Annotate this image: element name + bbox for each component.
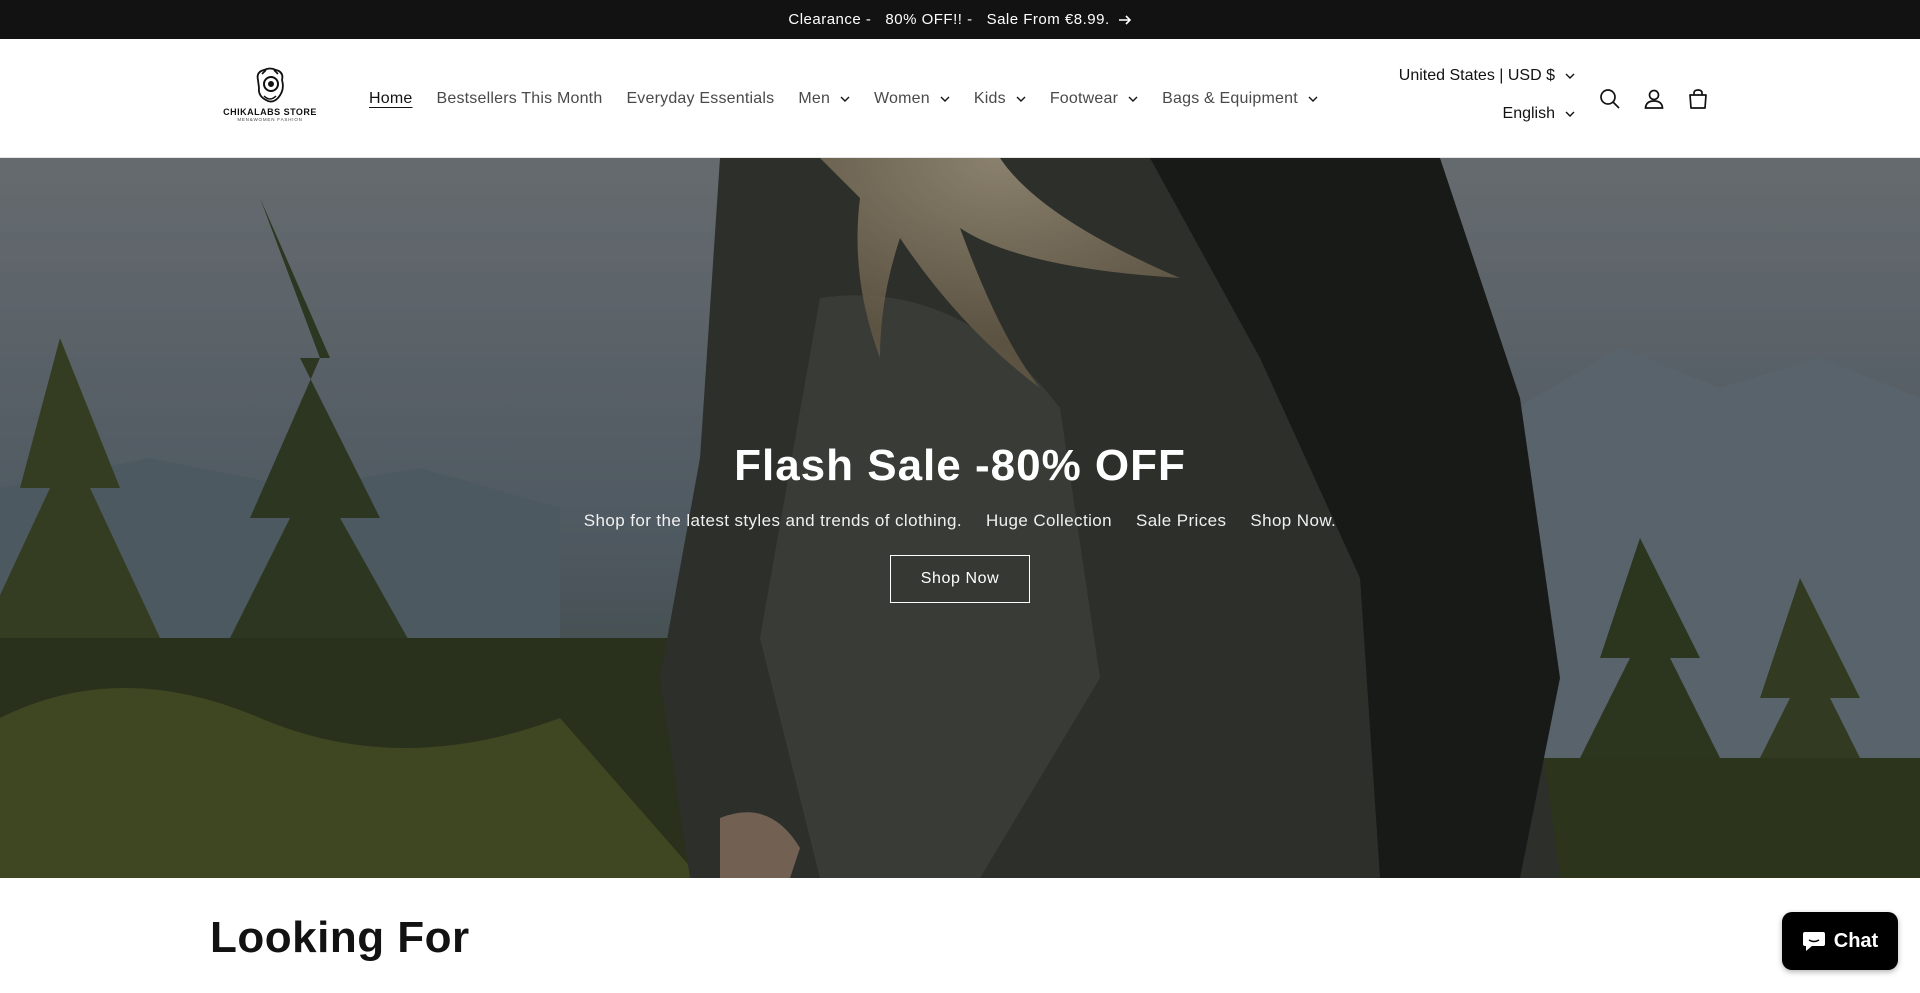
hero-content: Flash Sale -80% OFF Shop for the latest … (0, 158, 1920, 878)
chevron-down-icon (1016, 96, 1026, 102)
account-icon (1644, 89, 1664, 109)
country-currency-selector[interactable]: United States | USD $ (1399, 57, 1575, 95)
nav-item-home[interactable]: Home (369, 90, 412, 108)
nav-item-label: Everyday Essentials (626, 89, 775, 107)
chevron-down-icon (1128, 96, 1138, 102)
logo-tagline: MEN&WOMEN FASHION (237, 117, 303, 122)
hero-banner: Flash Sale -80% OFF Shop for the latest … (0, 158, 1920, 878)
chevron-down-icon (1565, 111, 1575, 117)
nav-item-women[interactable]: Women (874, 90, 950, 108)
hero-subtitle-part: Shop Now. (1250, 511, 1337, 530)
store-logo[interactable]: CHIKALABS STORE MEN&WOMEN FASHION (222, 66, 318, 130)
chevron-down-icon (940, 96, 950, 102)
shop-now-button[interactable]: Shop Now (889, 555, 1031, 603)
announcement-bar[interactable]: Clearance - 80% OFF!! - Sale From €8.99. (0, 0, 1920, 39)
logo-emblem-icon (256, 67, 284, 103)
chevron-down-icon (840, 96, 850, 102)
announcement-text: Clearance - 80% OFF!! - Sale From €8.99. (788, 11, 1110, 28)
nav-item-kids[interactable]: Kids (974, 90, 1026, 108)
site-header: CHIKALABS STORE MEN&WOMEN FASHION Home B… (0, 39, 1920, 158)
header-icons (1588, 79, 1720, 119)
nav-item-everyday-essentials[interactable]: Everyday Essentials (626, 90, 774, 108)
language-value: English (1502, 105, 1555, 122)
nav-item-label: Women (874, 89, 930, 107)
chat-label: Chat (1833, 929, 1879, 952)
account-button[interactable] (1632, 79, 1676, 119)
search-button[interactable] (1588, 79, 1632, 119)
cart-icon (1689, 89, 1707, 109)
nav-item-label: Home (369, 89, 413, 107)
country-currency-value: United States | USD $ (1398, 67, 1555, 84)
nav-item-men[interactable]: Men (798, 90, 850, 108)
nav-item-label: Men (798, 89, 831, 107)
hero-subtitle: Shop for the latest styles and trends of… (572, 511, 1348, 531)
nav-item-bestsellers[interactable]: Bestsellers This Month (436, 90, 602, 108)
cart-button[interactable] (1676, 79, 1720, 119)
nav-item-label: Bestsellers This Month (436, 89, 603, 107)
locale-selectors: United States | USD $ English (1399, 57, 1575, 133)
hero-subtitle-part: Shop for the latest styles and trends of… (583, 511, 962, 530)
logo-name: CHIKALABS STORE (223, 107, 317, 117)
chevron-down-icon (1565, 73, 1575, 79)
hero-title: Flash Sale -80% OFF (734, 441, 1186, 490)
hero-subtitle-part: Huge Collection (985, 511, 1112, 530)
search-icon (1600, 89, 1620, 109)
chat-button[interactable]: Chat (1782, 912, 1898, 970)
nav-item-bags-equipment[interactable]: Bags & Equipment (1162, 90, 1318, 108)
nav-item-label: Bags & Equipment (1162, 89, 1298, 107)
hero-subtitle-part: Sale Prices (1135, 511, 1227, 530)
chat-bubble-icon (1802, 932, 1825, 951)
section-title: Looking For (210, 913, 470, 962)
chevron-down-icon (1308, 96, 1318, 102)
language-selector[interactable]: English (1399, 95, 1575, 133)
main-nav: Home Bestsellers This Month Everyday Ess… (369, 39, 1342, 158)
nav-item-label: Footwear (1049, 89, 1119, 107)
nav-item-label: Kids (973, 89, 1006, 107)
arrow-right-icon (1118, 14, 1131, 25)
nav-item-footwear[interactable]: Footwear (1050, 90, 1138, 108)
